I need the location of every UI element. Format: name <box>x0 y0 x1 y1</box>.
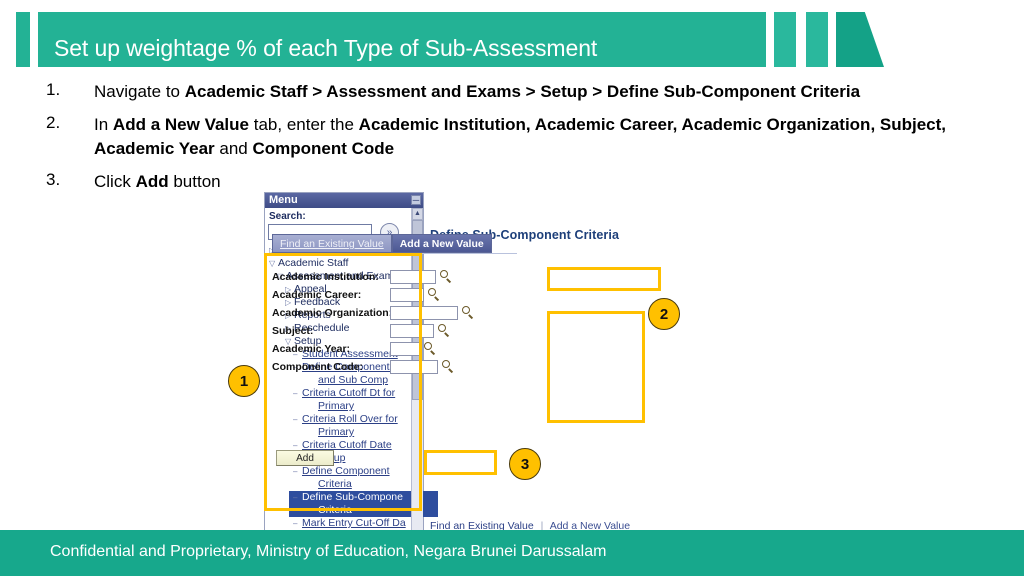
tab-bar: Find an Existing Value Add a New Value <box>272 234 492 253</box>
instruction-item: 2. In Add a New Value tab, enter the Aca… <box>46 113 946 160</box>
application-screenshot: Menu ─ Search: » ▷My Favorites▽Academic … <box>264 192 684 542</box>
emphasis-text: Academic Staff > Assessment and Exams > … <box>184 82 861 101</box>
form-field-label: Component Code: <box>272 360 363 373</box>
callout-badge-3: 3 <box>509 448 541 480</box>
magnifier-icon[interactable] <box>441 360 454 373</box>
magnifier-icon[interactable] <box>423 342 436 355</box>
menu-tree-item-label: Define Sub-Compone <box>302 491 403 503</box>
instruction-text: Navigate to Academic Staff > Assessment … <box>94 80 946 103</box>
page-title: Set up weightage % of each Type of Sub-A… <box>54 35 598 61</box>
dash-icon: – <box>293 415 298 424</box>
form-field-label: Academic Institution: <box>272 270 379 283</box>
form-field-input[interactable] <box>390 287 424 302</box>
form-field-row: Academic Career: <box>272 286 512 303</box>
search-label: Search: <box>269 211 306 222</box>
menu-tree-item-label-cont: Primary <box>318 400 355 412</box>
dash-icon: – <box>293 467 298 476</box>
form-field-row: Academic Year: <box>272 340 512 357</box>
menu-tree-item[interactable]: – Define Component Criteria <box>289 465 413 491</box>
tab-divider <box>272 253 517 254</box>
footer-bar: Confidential and Proprietary, Ministry o… <box>0 530 1024 576</box>
header-banner: Set up weightage % of each Type of Sub-A… <box>0 12 1024 67</box>
instruction-number: 3. <box>46 170 61 190</box>
add-button[interactable]: Add <box>276 450 334 466</box>
callout-badge-1: 1 <box>228 365 260 397</box>
dash-icon: – <box>293 493 298 502</box>
form-field-label: Academic Organization: <box>272 306 393 319</box>
form-field-label: Subject: <box>272 324 314 337</box>
minimize-icon[interactable]: ─ <box>411 195 421 205</box>
instruction-text: In Add a New Value tab, enter the Academ… <box>94 113 946 160</box>
plain-text: button <box>168 172 221 192</box>
plain-text: and <box>214 138 253 158</box>
tab-label: Add a New Value <box>399 238 484 250</box>
footer-text: Confidential and Proprietary, Ministry o… <box>50 543 607 560</box>
tab-label: Find an Existing Value <box>280 238 384 250</box>
plain-text: In <box>94 115 113 135</box>
tab-add-a-new-value[interactable]: Add a New Value <box>391 234 492 253</box>
emphasis-text: Add a New Value <box>112 115 249 135</box>
plain-text: Navigate to <box>94 82 185 101</box>
form-field-input[interactable] <box>390 305 458 320</box>
instruction-number: 1. <box>46 80 61 99</box>
instruction-number: 2. <box>46 113 61 133</box>
instruction-item: 3. Click Add button <box>46 170 946 193</box>
menu-tree-item-label: Criteria Cutoff Dt for <box>302 387 396 399</box>
menu-tree-item-label-cont: Criteria <box>318 478 352 490</box>
magnifier-icon[interactable] <box>461 306 474 319</box>
callout-badge-2: 2 <box>648 298 680 330</box>
menu-tree-item[interactable]: – Criteria Cutoff Dt for Primary <box>289 387 413 413</box>
form-fields: Academic Institution: Academic Career: Aca… <box>272 268 512 376</box>
form-field-input[interactable] <box>390 359 438 374</box>
form-field-row: Academic Organization: <box>272 304 512 321</box>
plain-text: Click <box>94 172 136 192</box>
dash-icon: – <box>293 519 298 528</box>
header-decor-wedge <box>836 12 884 67</box>
header-decor-bar-2 <box>806 12 828 67</box>
magnifier-icon[interactable] <box>427 288 440 301</box>
instruction-text: Click Add button <box>94 170 946 193</box>
form-field-label: Academic Career: <box>272 288 362 301</box>
instruction-item: 1. Navigate to Academic Staff > Assessme… <box>46 80 946 103</box>
tab-find-an-existing-value[interactable]: Find an Existing Value <box>272 234 392 253</box>
instruction-list: 1. Navigate to Academic Staff > Assessme… <box>46 80 946 204</box>
form-field-row: Subject: <box>272 322 512 339</box>
magnifier-icon[interactable] <box>439 270 452 283</box>
menu-tree-item-label: Criteria Roll Over for <box>302 413 398 425</box>
plain-text: tab, enter the <box>249 115 359 135</box>
form-field-row: Component Code: <box>272 358 512 375</box>
menu-tree-item-label: Mark Entry Cut-Off Da <box>302 517 406 529</box>
scroll-up-icon[interactable]: ▲ <box>412 208 423 220</box>
dash-icon: – <box>293 389 298 398</box>
emphasis-text: Add <box>135 172 169 192</box>
header-accent-stub <box>16 12 30 67</box>
form-field-label: Academic Year: <box>272 342 351 355</box>
form-field-row: Academic Institution: <box>272 268 512 285</box>
emphasis-text: Component Code <box>252 138 395 158</box>
menu-tree-item-label-cont: Primary <box>318 426 355 438</box>
magnifier-icon[interactable] <box>437 324 450 337</box>
menu-panel-title: Menu <box>269 194 298 206</box>
menu-tree-item-label: Define Component <box>302 465 390 477</box>
menu-tree-item[interactable]: – Criteria Roll Over for Primary <box>289 413 413 439</box>
form-field-input[interactable] <box>390 269 436 284</box>
form-field-input[interactable] <box>390 323 434 338</box>
form-field-input[interactable] <box>390 341 420 356</box>
menu-panel-header: Menu ─ <box>265 193 423 208</box>
header-decor-bar-1 <box>774 12 796 67</box>
